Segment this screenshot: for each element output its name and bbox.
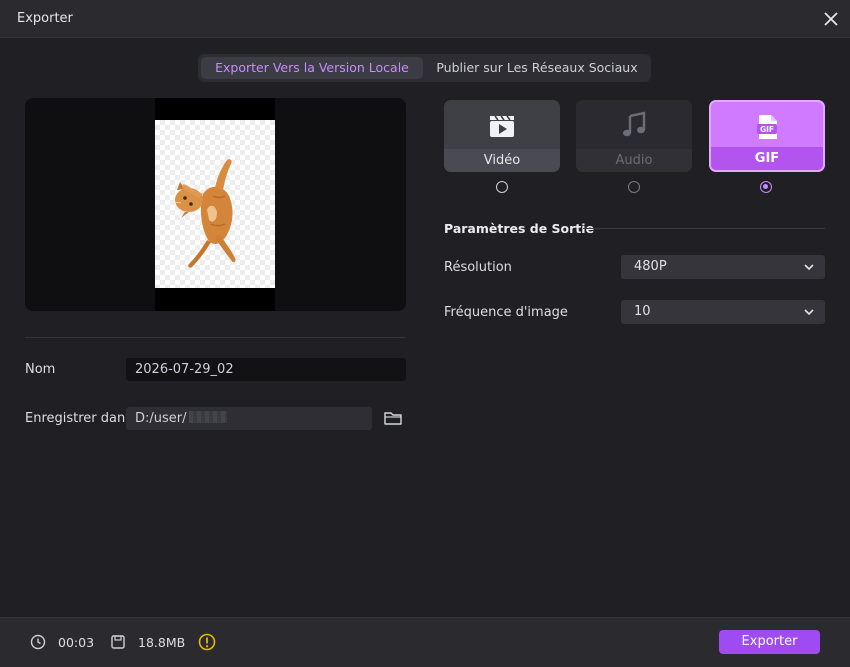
chevron-down-icon — [804, 309, 814, 316]
preview-canvas — [155, 120, 275, 288]
clock-icon — [30, 634, 46, 650]
title-bar: Exporter — [0, 0, 850, 38]
save-location-label: Enregistrer dans — [25, 411, 133, 426]
cat-image — [174, 159, 236, 268]
section-divider — [583, 228, 825, 229]
chevron-down-icon — [804, 264, 814, 271]
resolution-value: 480P — [634, 259, 667, 274]
framerate-select[interactable]: 10 — [621, 300, 825, 324]
save-path-input[interactable]: D:/user/ — [126, 407, 372, 430]
folder-icon[interactable] — [383, 409, 403, 427]
resolution-select[interactable]: 480P — [621, 255, 825, 279]
name-input[interactable]: 2026-07-29_02 — [126, 358, 406, 381]
svg-text:GIF: GIF — [760, 125, 774, 134]
resolution-label: Résolution — [444, 260, 512, 275]
redacted-text — [188, 411, 227, 423]
divider — [25, 337, 406, 338]
warning-icon[interactable] — [198, 633, 216, 651]
format-audio-label: Audio — [576, 149, 692, 172]
name-label: Nom — [25, 362, 56, 377]
video-preview — [25, 98, 406, 311]
video-clapper-icon — [444, 110, 560, 140]
format-video-card[interactable]: Vidéo — [444, 100, 560, 172]
radio-gif[interactable] — [760, 181, 772, 193]
gif-file-icon: GIF — [711, 112, 823, 142]
save-path-text: D:/user/ — [135, 411, 187, 426]
format-gif-label: GIF — [711, 147, 823, 170]
format-audio-card[interactable]: Audio — [576, 100, 692, 172]
export-button[interactable]: Exporter — [719, 630, 820, 654]
footer-bar: 00:03 18.8MB Exporter — [0, 617, 850, 667]
output-settings-title: Paramètres de Sortie — [444, 221, 595, 236]
framerate-value: 10 — [634, 304, 651, 319]
export-tabs: Exporter Vers la Version Locale Publier … — [198, 54, 651, 82]
file-size-icon — [110, 634, 126, 650]
format-video-label: Vidéo — [444, 149, 560, 172]
radio-video[interactable] — [496, 181, 508, 193]
file-size-text: 18.8MB — [138, 635, 186, 650]
close-icon[interactable] — [822, 10, 840, 28]
tab-publish-social[interactable]: Publier sur Les Réseaux Sociaux — [426, 57, 648, 79]
format-gif-card[interactable]: GIF GIF — [709, 100, 825, 172]
framerate-label: Fréquence d'image — [444, 305, 568, 320]
window-title: Exporter — [17, 11, 73, 26]
music-note-icon — [576, 110, 692, 140]
duration-text: 00:03 — [58, 635, 95, 650]
tab-export-local[interactable]: Exporter Vers la Version Locale — [201, 57, 423, 79]
radio-audio[interactable] — [628, 181, 640, 193]
